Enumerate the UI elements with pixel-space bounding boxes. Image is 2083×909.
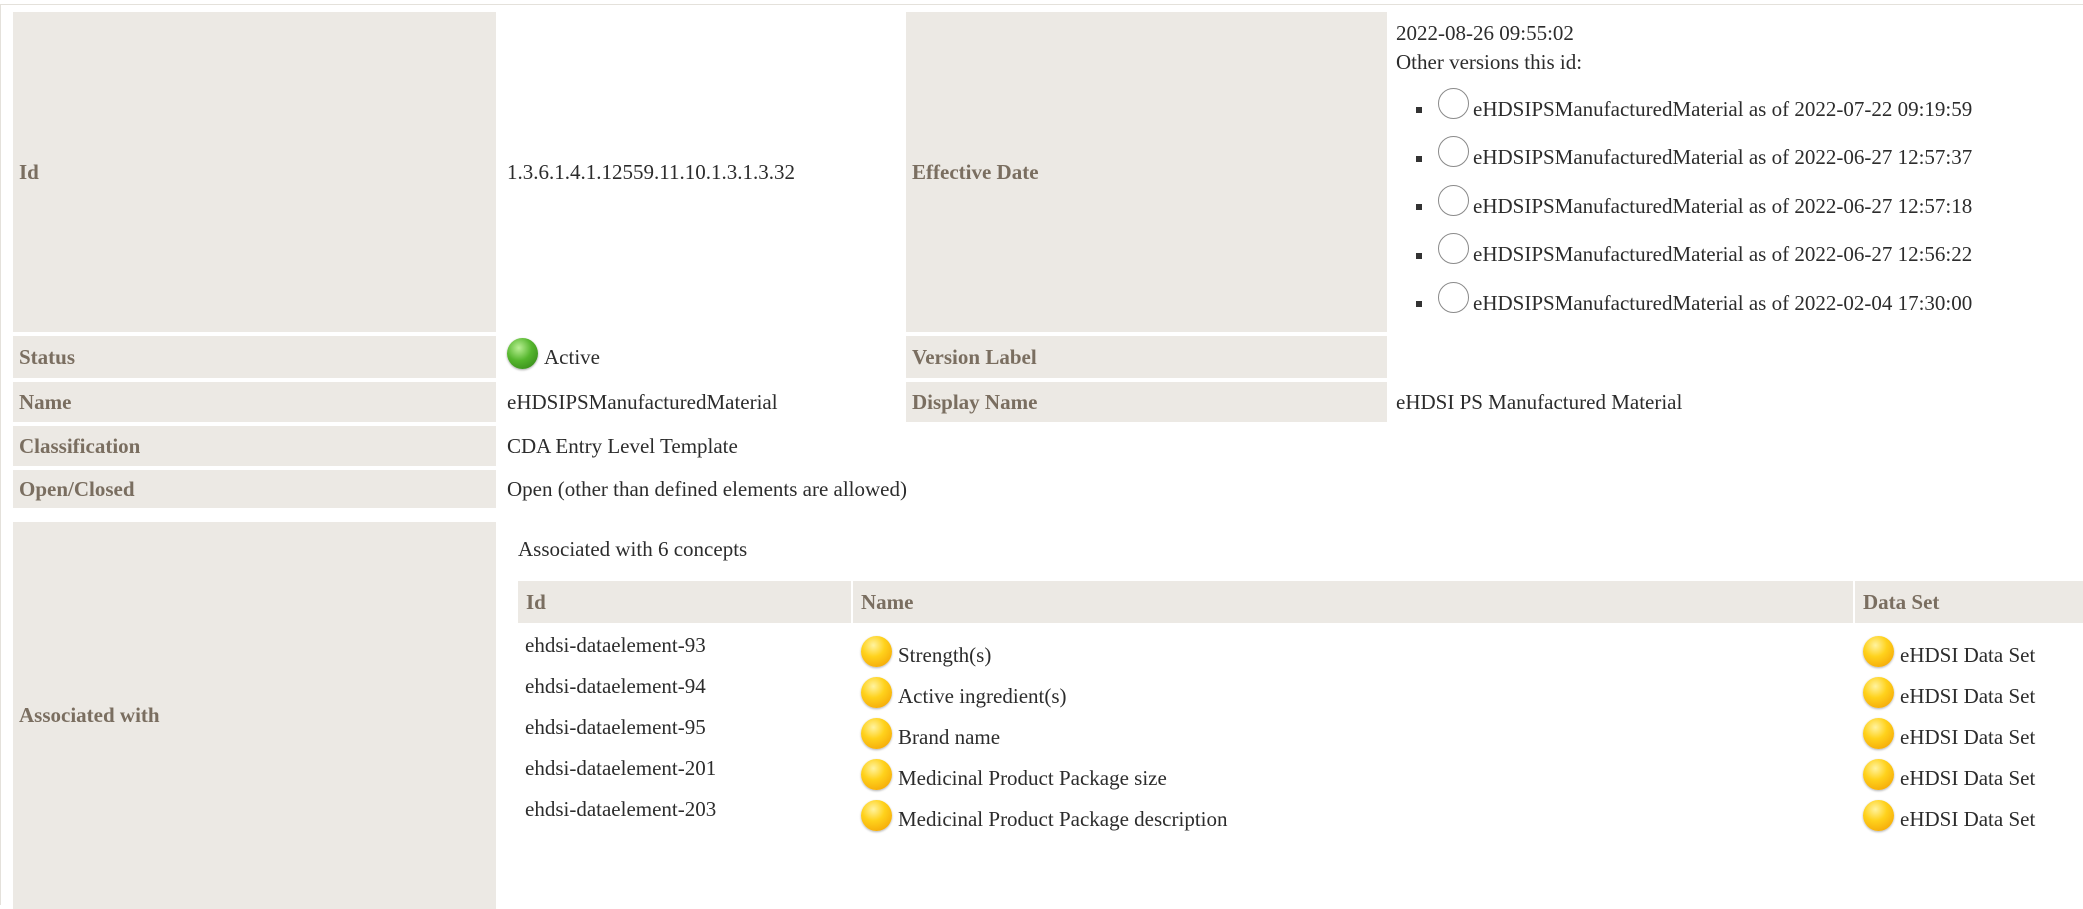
version-label-value bbox=[1388, 336, 2078, 378]
versions-list: eHDSIPSManufacturedMaterial as of 2022-0… bbox=[1396, 85, 1972, 328]
classification-label: Classification bbox=[13, 426, 496, 466]
data-set-text: eHDSI Data Set bbox=[1900, 765, 2036, 790]
data-set-text: eHDSI Data Set bbox=[1900, 642, 2036, 667]
radio-button-icon[interactable] bbox=[1438, 233, 1469, 265]
version-link[interactable]: eHDSIPSManufacturedMaterial as of 2022-0… bbox=[1473, 192, 1972, 221]
yellow-status-dot-icon bbox=[861, 635, 892, 667]
version-link[interactable]: eHDSIPSManufacturedMaterial as of 2022-0… bbox=[1473, 240, 1972, 269]
data-set-text: eHDSI Data Set bbox=[1900, 724, 2036, 749]
effective-date-label: Effective Date bbox=[906, 12, 1387, 332]
version-item: eHDSIPSManufacturedMaterial as of 2022-0… bbox=[1396, 85, 1972, 134]
classification-value: CDA Entry Level Template bbox=[507, 433, 738, 458]
version-link[interactable]: eHDSIPSManufacturedMaterial as of 2022-0… bbox=[1473, 143, 1972, 172]
status-text: Active bbox=[544, 344, 600, 369]
version-item: eHDSIPSManufacturedMaterial as of 2022-0… bbox=[1396, 182, 1972, 231]
concept-id[interactable]: ehdsi-dataelement-201 bbox=[525, 748, 716, 788]
effective-date-value: 2022-08-26 09:55:02 bbox=[1396, 21, 1574, 45]
concept-id[interactable]: ehdsi-dataelement-94 bbox=[525, 666, 706, 706]
column-header-id: Id bbox=[518, 581, 851, 623]
bullet-icon bbox=[1416, 301, 1422, 307]
column-header-name: Name bbox=[853, 581, 1853, 623]
display-name-label: Display Name bbox=[906, 382, 1387, 422]
concept-id[interactable]: ehdsi-dataelement-203 bbox=[525, 789, 716, 829]
status-value: Active bbox=[497, 336, 902, 378]
concept-name[interactable]: Medicinal Product Package description bbox=[861, 799, 1228, 839]
column-header-data-set: Data Set bbox=[1855, 581, 2083, 623]
status-label: Status bbox=[13, 336, 496, 378]
concept-name-text: Brand name bbox=[898, 724, 1001, 749]
version-item: eHDSIPSManufacturedMaterial as of 2022-0… bbox=[1396, 231, 1972, 280]
yellow-status-dot-icon bbox=[1863, 676, 1894, 708]
concept-name-text: Strength(s) bbox=[898, 642, 992, 667]
open-closed-label: Open/Closed bbox=[13, 470, 496, 508]
version-link[interactable]: eHDSIPSManufacturedMaterial as of 2022-0… bbox=[1473, 289, 1972, 318]
concept-name-text: Medicinal Product Package description bbox=[898, 806, 1228, 831]
data-set-text: eHDSI Data Set bbox=[1900, 683, 2036, 708]
concept-name[interactable]: Medicinal Product Package size bbox=[861, 758, 1167, 798]
id-value: 1.3.6.1.4.1.12559.11.10.1.3.1.3.32 bbox=[507, 159, 795, 184]
bullet-icon bbox=[1416, 252, 1422, 259]
data-set-text: eHDSI Data Set bbox=[1900, 806, 2036, 831]
concept-id[interactable]: ehdsi-dataelement-95 bbox=[525, 707, 706, 747]
concept-data-set[interactable]: eHDSI Data Set bbox=[1863, 758, 2035, 798]
concept-data-set[interactable]: eHDSI Data Set bbox=[1863, 799, 2035, 839]
bullet-icon bbox=[1416, 107, 1422, 113]
yellow-status-dot-icon bbox=[861, 717, 892, 749]
name-label: Name bbox=[13, 382, 496, 422]
bullet-icon bbox=[1416, 204, 1422, 210]
radio-button-icon[interactable] bbox=[1438, 281, 1469, 313]
version-label-label: Version Label bbox=[906, 336, 1387, 378]
bullet-icon bbox=[1416, 155, 1422, 162]
concept-name[interactable]: Brand name bbox=[861, 717, 1000, 757]
concept-name-text: Active ingredient(s) bbox=[898, 683, 1067, 708]
concept-data-set[interactable]: eHDSI Data Set bbox=[1863, 717, 2035, 757]
concept-name-text: Medicinal Product Package size bbox=[898, 765, 1167, 790]
concept-data-set[interactable]: eHDSI Data Set bbox=[1863, 635, 2035, 675]
concept-id[interactable]: ehdsi-dataelement-93 bbox=[525, 625, 706, 665]
radio-button-icon[interactable] bbox=[1438, 87, 1469, 119]
yellow-status-dot-icon bbox=[861, 676, 892, 708]
associations-summary: Associated with 6 concepts bbox=[518, 537, 748, 561]
open-closed-value: Open (other than defined elements are al… bbox=[507, 476, 907, 501]
concept-name[interactable]: Active ingredient(s) bbox=[861, 676, 1067, 716]
radio-button-icon[interactable] bbox=[1438, 136, 1469, 168]
template-details-table: Id 1.3.6.1.4.1.12559.11.10.1.3.1.3.32 Ef… bbox=[0, 4, 2083, 909]
radio-button-icon[interactable] bbox=[1438, 184, 1469, 216]
version-link[interactable]: eHDSIPSManufacturedMaterial as of 2022-0… bbox=[1473, 95, 1972, 124]
green-status-dot-icon bbox=[507, 337, 538, 369]
version-item: eHDSIPSManufacturedMaterial as of 2022-0… bbox=[1396, 134, 1972, 183]
id-label: Id bbox=[13, 12, 496, 332]
yellow-status-dot-icon bbox=[861, 758, 892, 790]
associated-with-label: Associated with bbox=[13, 522, 496, 909]
yellow-status-dot-icon bbox=[1863, 758, 1894, 790]
yellow-status-dot-icon bbox=[861, 799, 892, 831]
other-versions-label: Other versions this id: bbox=[1396, 50, 1583, 74]
name-value: eHDSIPSManufacturedMaterial bbox=[507, 389, 778, 414]
yellow-status-dot-icon bbox=[1863, 799, 1894, 831]
yellow-status-dot-icon bbox=[1863, 717, 1894, 749]
concept-data-set[interactable]: eHDSI Data Set bbox=[1863, 676, 2035, 716]
version-item: eHDSIPSManufacturedMaterial as of 2022-0… bbox=[1396, 279, 1972, 328]
effective-date-cell: 2022-08-26 09:55:02 Other versions this … bbox=[1396, 19, 1972, 328]
yellow-status-dot-icon bbox=[1863, 635, 1894, 667]
display-name-value: eHDSI PS Manufactured Material bbox=[1396, 389, 1683, 414]
concept-name[interactable]: Strength(s) bbox=[861, 635, 991, 675]
